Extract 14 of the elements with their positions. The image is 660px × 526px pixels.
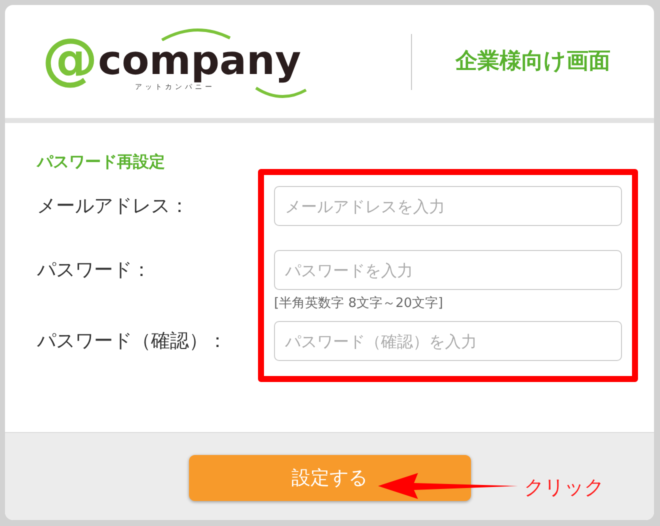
- input-field[interactable]: パスワード（確認）を入力: [274, 321, 622, 361]
- field-label: パスワード（確認）：: [37, 328, 228, 354]
- form-heading: パスワード再設定: [37, 153, 166, 171]
- annotation-label: クリック: [524, 475, 604, 499]
- field-label: パスワード：: [37, 258, 152, 283]
- swoosh-icon: [254, 86, 308, 100]
- header-title: 企業様向け画面: [454, 48, 612, 76]
- submit-button[interactable]: 設定する: [188, 455, 470, 501]
- logo-mark: @: [42, 32, 98, 88]
- field-label: メールアドレス：: [37, 194, 190, 219]
- swoosh-icon: [160, 26, 232, 40]
- input-field[interactable]: メールアドレスを入力: [274, 186, 622, 226]
- input-field[interactable]: パスワードを入力: [274, 250, 622, 290]
- hint-text: [半角英数字 8文字～20文字]: [274, 296, 444, 312]
